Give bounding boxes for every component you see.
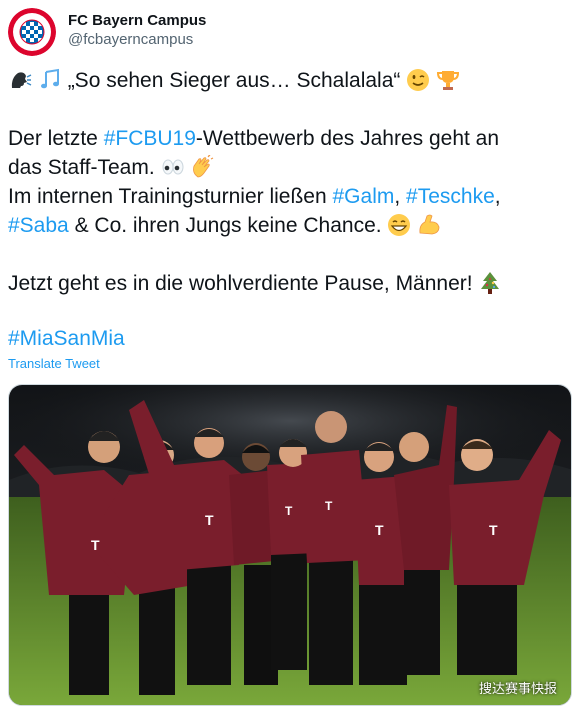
tweet-line-5: #Saba & Co. ihren Jungs keine Chance.: [8, 211, 568, 240]
text-segment: & Co. ihren Jungs keine Chance.: [68, 214, 382, 237]
text-segment: das Staff-Team.: [8, 156, 155, 179]
christmas-tree-icon: [478, 271, 502, 295]
account-handle[interactable]: @fcbayerncampus: [68, 30, 206, 50]
svg-text:T: T: [325, 499, 333, 513]
svg-text:T: T: [489, 522, 498, 538]
photo-watermark: 搜达赛事快报: [478, 681, 557, 696]
hashtag-line: #MiaSanMia: [8, 324, 125, 353]
eyes-icon: [161, 155, 185, 179]
tweet-line-4: Im internen Trainingsturnier ließen #Gal…: [8, 182, 568, 211]
flexed-biceps-icon: [417, 213, 441, 237]
text-segment: Jetzt geht es in die wohlverdiente Pause…: [8, 272, 473, 295]
hashtag-teschke[interactable]: #Teschke: [406, 185, 495, 208]
tweet-header: FC Bayern Campus @fcbayerncampus: [8, 8, 568, 56]
tweet-text: „So sehen Sieger aus… Schalalala“ Der le…: [8, 66, 568, 298]
tweet-line-2: Der letzte #FCBU19-Wettbewerb des Jahres…: [8, 124, 568, 153]
speaking-head-icon: [8, 68, 32, 92]
trophy-icon: [436, 68, 460, 92]
tweet-line-6: Jetzt geht es in die wohlverdiente Pause…: [8, 269, 568, 298]
svg-text:T: T: [375, 522, 384, 538]
svg-text:T: T: [91, 537, 100, 553]
text-segment: -Wettbewerb des Jahres geht an: [195, 127, 500, 150]
svg-text:T: T: [285, 504, 293, 518]
tweet-photo[interactable]: T T T T T T 搜达赛事快报: [8, 384, 572, 706]
team-photo-illustration: T T T T T T: [9, 385, 571, 705]
hashtag-galm[interactable]: #Galm: [333, 185, 395, 208]
text-segment: Der letzte: [8, 127, 104, 150]
text-segment: Im internen Trainingsturnier ließen: [8, 185, 333, 208]
players-group: T T T T T T: [14, 400, 561, 695]
translate-tweet-link[interactable]: Translate Tweet: [8, 356, 100, 371]
svg-text:T: T: [205, 512, 214, 528]
account-names: FC Bayern Campus @fcbayerncampus: [68, 12, 206, 50]
fc-bayern-crest-icon: [8, 8, 56, 56]
hashtag-fcbu19[interactable]: #FCBU19: [104, 127, 196, 150]
account-avatar[interactable]: [8, 8, 56, 56]
tweet-line-1: „So sehen Sieger aus… Schalalala“: [8, 66, 568, 95]
music-notes-icon: [38, 68, 62, 92]
hashtag-miasanmia[interactable]: #MiaSanMia: [8, 327, 125, 350]
hashtag-saba[interactable]: #Saba: [8, 214, 69, 237]
text-segment: ,: [394, 185, 407, 208]
winking-face-icon: [406, 68, 430, 92]
quote-text: „So sehen Sieger aus… Schalalala“: [67, 69, 401, 92]
display-name[interactable]: FC Bayern Campus: [68, 12, 206, 30]
tweet-line-3: das Staff-Team.: [8, 153, 568, 182]
text-segment: ,: [494, 185, 501, 208]
grinning-face-icon: [387, 213, 411, 237]
clapping-hands-icon: [190, 155, 214, 179]
